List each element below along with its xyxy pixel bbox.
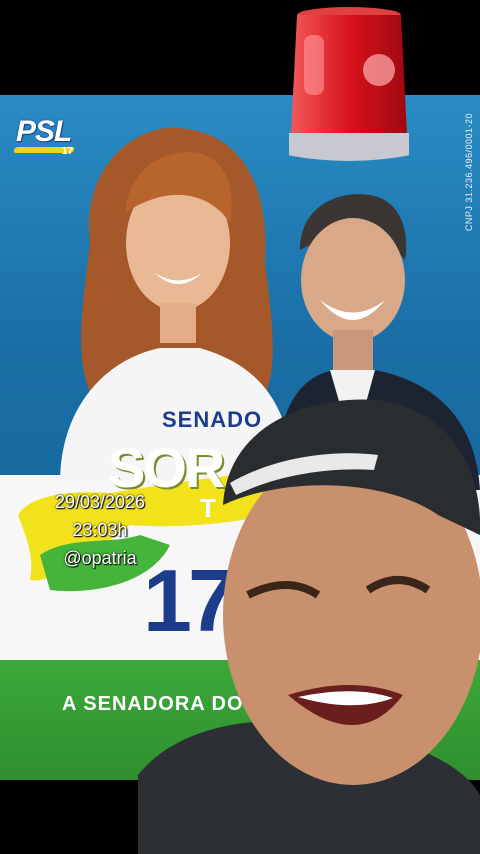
video-frame: PSL 17 CNPJ 31.236.496/0001-20 SENADO SO… [0,0,480,854]
red-siren-icon [289,7,409,161]
streamer-webcam-overlay [138,399,480,854]
